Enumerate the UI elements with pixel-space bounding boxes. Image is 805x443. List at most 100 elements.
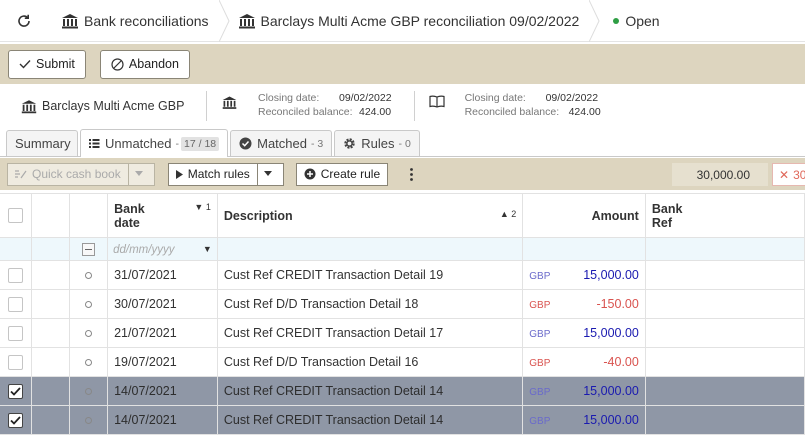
bank-ref-cell xyxy=(645,260,805,290)
bank-icon xyxy=(62,13,78,28)
matched-count: 3 xyxy=(317,137,324,150)
bank-ref-cell xyxy=(645,347,805,377)
selected-total: 30,000.00 xyxy=(672,163,768,186)
filter-toggle-button[interactable] xyxy=(82,242,96,256)
checkbox-cell xyxy=(0,347,33,377)
kebab-icon xyxy=(409,167,413,181)
spacer-cell xyxy=(31,318,71,348)
match-rules-dropdown[interactable] xyxy=(257,162,284,186)
unmatched-circle-icon xyxy=(85,358,93,366)
breadcrumb-bank-reconciliations[interactable]: Bank reconciliations xyxy=(48,0,230,42)
match-rules-button[interactable]: Match rules xyxy=(167,162,258,186)
create-rule-button[interactable]: Create rule xyxy=(295,162,389,186)
date-filter[interactable]: dd/mm/yyyy ▼ xyxy=(107,237,218,261)
closing-date-value: 09/02/2022 xyxy=(339,92,392,104)
unmatched-circle-icon xyxy=(85,387,93,395)
tab-rules[interactable]: Rules - 0 xyxy=(334,130,420,156)
refresh-button[interactable] xyxy=(0,0,48,42)
tab-unmatched[interactable]: Unmatched - 17 / 18 xyxy=(80,129,229,157)
bank-date-cell: 19/07/2021 xyxy=(107,347,218,377)
select-all-header xyxy=(0,193,33,238)
clear-label: 30 xyxy=(793,167,805,182)
spacer-cell xyxy=(31,347,71,377)
tab-strip: Summary Unmatched - 17 / 18 Matched - 3 … xyxy=(0,129,805,157)
close-icon: ✕ xyxy=(779,167,790,182)
amount-cell: GBP 15,000.00 xyxy=(522,260,646,290)
table-row[interactable]: 21/07/2021 Cust Ref CREDIT Transaction De… xyxy=(0,318,805,348)
bank-ref-cell xyxy=(645,405,805,435)
description-cell: Cust Ref D/D Transaction Detail 16 xyxy=(217,347,524,377)
checkbox-cell xyxy=(0,289,33,319)
unmatched-circle-icon xyxy=(85,416,93,424)
row-checkbox[interactable] xyxy=(8,296,24,312)
currency-code: GBP xyxy=(529,416,551,427)
closing-date-value: 09/02/2022 xyxy=(545,92,599,104)
bank-date-cell: 31/07/2021 xyxy=(107,260,218,290)
table-row[interactable]: 14/07/2021 Cust Ref CREDIT Transaction De… xyxy=(0,376,805,406)
status-cell xyxy=(69,289,109,319)
play-icon xyxy=(175,169,183,179)
tab-summary[interactable]: Summary xyxy=(6,130,78,156)
sort-indicator: ▲ 2 xyxy=(499,208,517,219)
row-checkbox[interactable] xyxy=(8,267,24,283)
filter-cell xyxy=(69,237,109,261)
reconciled-balance-value: 424.00 xyxy=(568,106,601,118)
cash-book-values: Closing date: 09/02/2022 Reconciled balan… xyxy=(465,91,601,119)
check-icon xyxy=(19,60,31,69)
table-row[interactable]: 30/07/2021 Cust Ref D/D Transaction Detai… xyxy=(0,289,805,319)
filter-cell xyxy=(645,237,805,261)
check-icon xyxy=(10,386,21,396)
header-status xyxy=(69,193,109,238)
table-row[interactable]: 31/07/2021 Cust Ref CREDIT Transaction De… xyxy=(0,260,805,290)
select-all-checkbox[interactable] xyxy=(8,208,24,223)
clear-selection-button[interactable]: ✕ 30 xyxy=(772,163,805,186)
abandon-button[interactable]: Abandon xyxy=(99,49,190,79)
unmatched-count: 17 xyxy=(183,137,196,150)
status-dot-icon xyxy=(613,17,620,24)
tab-label: Summary xyxy=(15,136,71,151)
column-amount[interactable]: Amount xyxy=(522,193,646,238)
quick-cash-book-button[interactable]: Quick cash book xyxy=(7,162,129,186)
list-icon xyxy=(89,139,100,148)
tab-label: Rules xyxy=(361,136,395,151)
rules-count-badge: - 0 xyxy=(398,137,411,150)
row-checkbox[interactable] xyxy=(8,325,24,341)
column-bank-date[interactable]: ▼ 1 Bank date xyxy=(107,193,218,238)
caret-down-icon xyxy=(263,171,272,176)
tab-matched[interactable]: Matched - 3 xyxy=(230,130,333,156)
filter-cell xyxy=(217,237,524,261)
more-options-button[interactable] xyxy=(406,164,416,184)
bank-date-cell: 14/07/2021 xyxy=(107,376,218,406)
description-cell: Cust Ref CREDIT Transaction Detail 19 xyxy=(217,260,524,290)
submit-button[interactable]: Submit xyxy=(8,49,86,79)
row-checkbox[interactable] xyxy=(8,383,24,399)
column-description[interactable]: ▲ 2 Description xyxy=(217,193,524,238)
table-row[interactable]: 14/07/2021 Cust Ref CREDIT Transaction De… xyxy=(0,405,805,435)
quick-cash-book-label: Quick cash book xyxy=(32,167,121,181)
sort-order: 1 xyxy=(205,201,211,212)
bank-icon xyxy=(21,99,37,113)
checkbox-cell xyxy=(0,260,33,290)
filter-row: dd/mm/yyyy ▼ xyxy=(0,237,805,261)
unmatched-total: 18 xyxy=(204,137,217,150)
abandon-label: Abandon xyxy=(128,57,179,71)
column-bank-ref[interactable]: Bank Ref xyxy=(645,193,805,238)
create-rule-label: Create rule xyxy=(320,167,381,181)
unmatched-circle-icon xyxy=(85,329,93,337)
checkbox-cell xyxy=(0,318,33,348)
row-checkbox[interactable] xyxy=(8,354,24,370)
breadcrumb-reconciliation[interactable]: Barclays Multi Acme GBP reconciliation 0… xyxy=(225,0,600,42)
checkbox-cell xyxy=(0,376,33,406)
status-badge: Open xyxy=(595,13,660,29)
spacer-cell xyxy=(31,405,71,435)
breadcrumb-label: Barclays Multi Acme GBP reconciliation 0… xyxy=(260,12,580,29)
amount-value: 15,000.00 xyxy=(583,268,639,282)
bank-date-cell: 21/07/2021 xyxy=(107,318,218,348)
table-row[interactable]: 19/07/2021 Cust Ref D/D Transaction Detai… xyxy=(0,347,805,377)
row-checkbox[interactable] xyxy=(8,412,24,428)
breadcrumb-label: Bank reconciliations xyxy=(84,12,209,29)
currency-code: GBP xyxy=(529,300,551,311)
bank-ref-cell xyxy=(645,289,805,319)
bank-ref-cell xyxy=(645,376,805,406)
quick-cash-book-dropdown[interactable] xyxy=(128,162,155,186)
